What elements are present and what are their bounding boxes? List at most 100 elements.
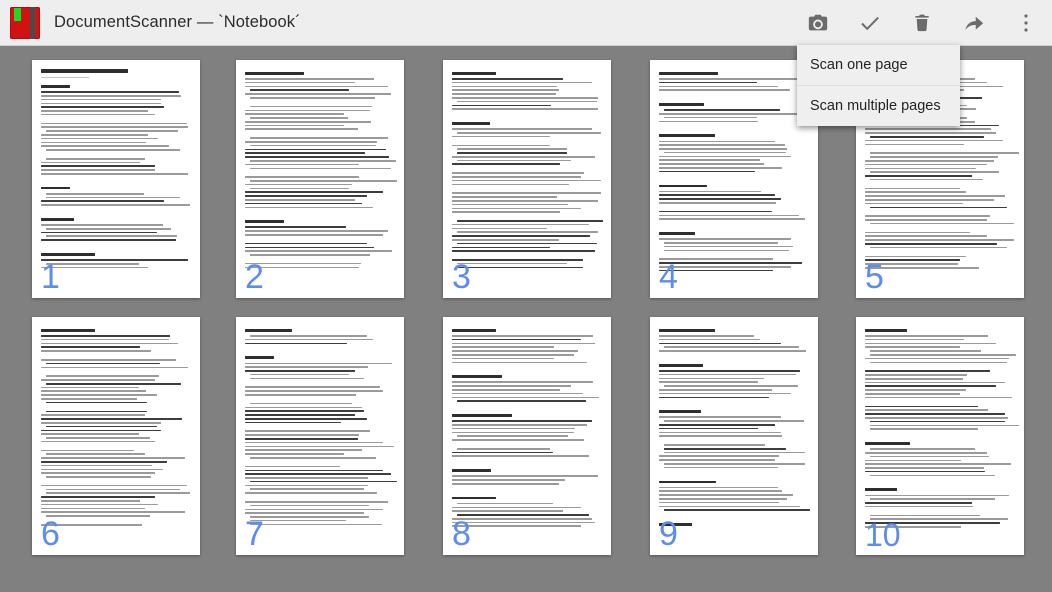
text-line <box>452 97 598 99</box>
text-line <box>659 214 799 217</box>
text-line <box>452 128 592 130</box>
text-line <box>245 141 377 143</box>
text-line <box>245 473 391 475</box>
text-line <box>250 97 375 99</box>
text-line <box>865 413 1005 415</box>
text-line <box>865 389 966 391</box>
text-line <box>664 444 765 446</box>
delete-button[interactable] <box>896 0 948 46</box>
text-line <box>452 203 568 206</box>
text-line <box>865 215 990 217</box>
page-thumbnail[interactable]: 3 <box>443 60 611 298</box>
section-heading-line <box>659 103 704 106</box>
camera-button[interactable] <box>792 0 844 46</box>
text-line <box>41 366 188 369</box>
text-line <box>245 390 383 392</box>
text-line <box>865 370 990 372</box>
text-line <box>41 145 169 147</box>
text-line <box>46 130 178 132</box>
section-heading-line <box>245 329 292 332</box>
text-line <box>865 405 978 408</box>
page-thumbnail[interactable]: 8 <box>443 317 611 555</box>
text-line <box>46 235 177 238</box>
text-line <box>41 359 176 361</box>
text-line <box>457 148 567 150</box>
section-heading-line <box>865 329 907 332</box>
text-line <box>452 235 590 237</box>
text-line <box>865 381 1005 384</box>
text-line <box>245 410 364 412</box>
text-line <box>659 155 791 158</box>
text-line <box>865 187 960 190</box>
text-line <box>659 498 787 500</box>
page-thumbnail[interactable]: 10 <box>856 317 1024 555</box>
text-line <box>452 510 563 512</box>
text-line <box>865 163 987 166</box>
text-line <box>41 94 181 97</box>
text-line <box>245 469 383 472</box>
text-line <box>452 104 551 107</box>
share-button[interactable] <box>948 0 1000 46</box>
page-thumbnail[interactable]: 6 <box>32 317 200 555</box>
text-line <box>865 128 991 131</box>
text-line <box>46 375 159 377</box>
text-line <box>452 342 595 345</box>
text-line <box>250 488 364 490</box>
page-number: 8 <box>452 515 471 553</box>
text-line <box>245 441 383 444</box>
confirm-button[interactable] <box>844 0 896 46</box>
text-line <box>46 453 145 455</box>
page-thumbnail[interactable]: 7 <box>236 317 404 555</box>
text-line <box>659 416 781 419</box>
text-line <box>865 239 1014 241</box>
text-line <box>245 176 359 178</box>
text-line <box>452 108 598 110</box>
text-line <box>865 393 960 395</box>
text-line <box>245 449 362 451</box>
text-line <box>452 335 593 337</box>
text-line <box>865 357 1009 360</box>
page-number: 10 <box>865 517 901 553</box>
page-thumbnail[interactable]: 9 <box>650 317 818 555</box>
section-heading-line <box>452 329 496 332</box>
overflow-menu-button[interactable] <box>1000 0 1052 46</box>
text-line <box>245 226 346 228</box>
section-heading-line <box>41 253 95 256</box>
text-line <box>41 503 158 506</box>
page-thumbnail[interactable]: 4 <box>650 60 818 298</box>
text-line <box>245 195 367 197</box>
menu-item-scan-one-page[interactable]: Scan one page <box>797 45 960 85</box>
text-line <box>659 202 776 204</box>
text-line <box>659 427 758 430</box>
text-line <box>46 157 145 160</box>
page-thumbnail[interactable]: 1 <box>32 60 200 298</box>
text-line <box>452 521 595 524</box>
menu-item-scan-multiple-pages[interactable]: Scan multiple pages <box>797 86 960 126</box>
text-line <box>245 394 356 396</box>
text-line <box>41 231 157 234</box>
text-line <box>245 120 371 123</box>
share-icon <box>963 12 985 34</box>
text-line <box>452 475 598 477</box>
page-thumbnail[interactable]: 2 <box>236 60 404 298</box>
text-line <box>457 220 603 222</box>
text-line <box>865 175 972 177</box>
text-line <box>452 482 559 485</box>
text-line <box>452 207 581 210</box>
doc-subtitle-line <box>41 76 89 79</box>
text-line <box>245 233 383 236</box>
